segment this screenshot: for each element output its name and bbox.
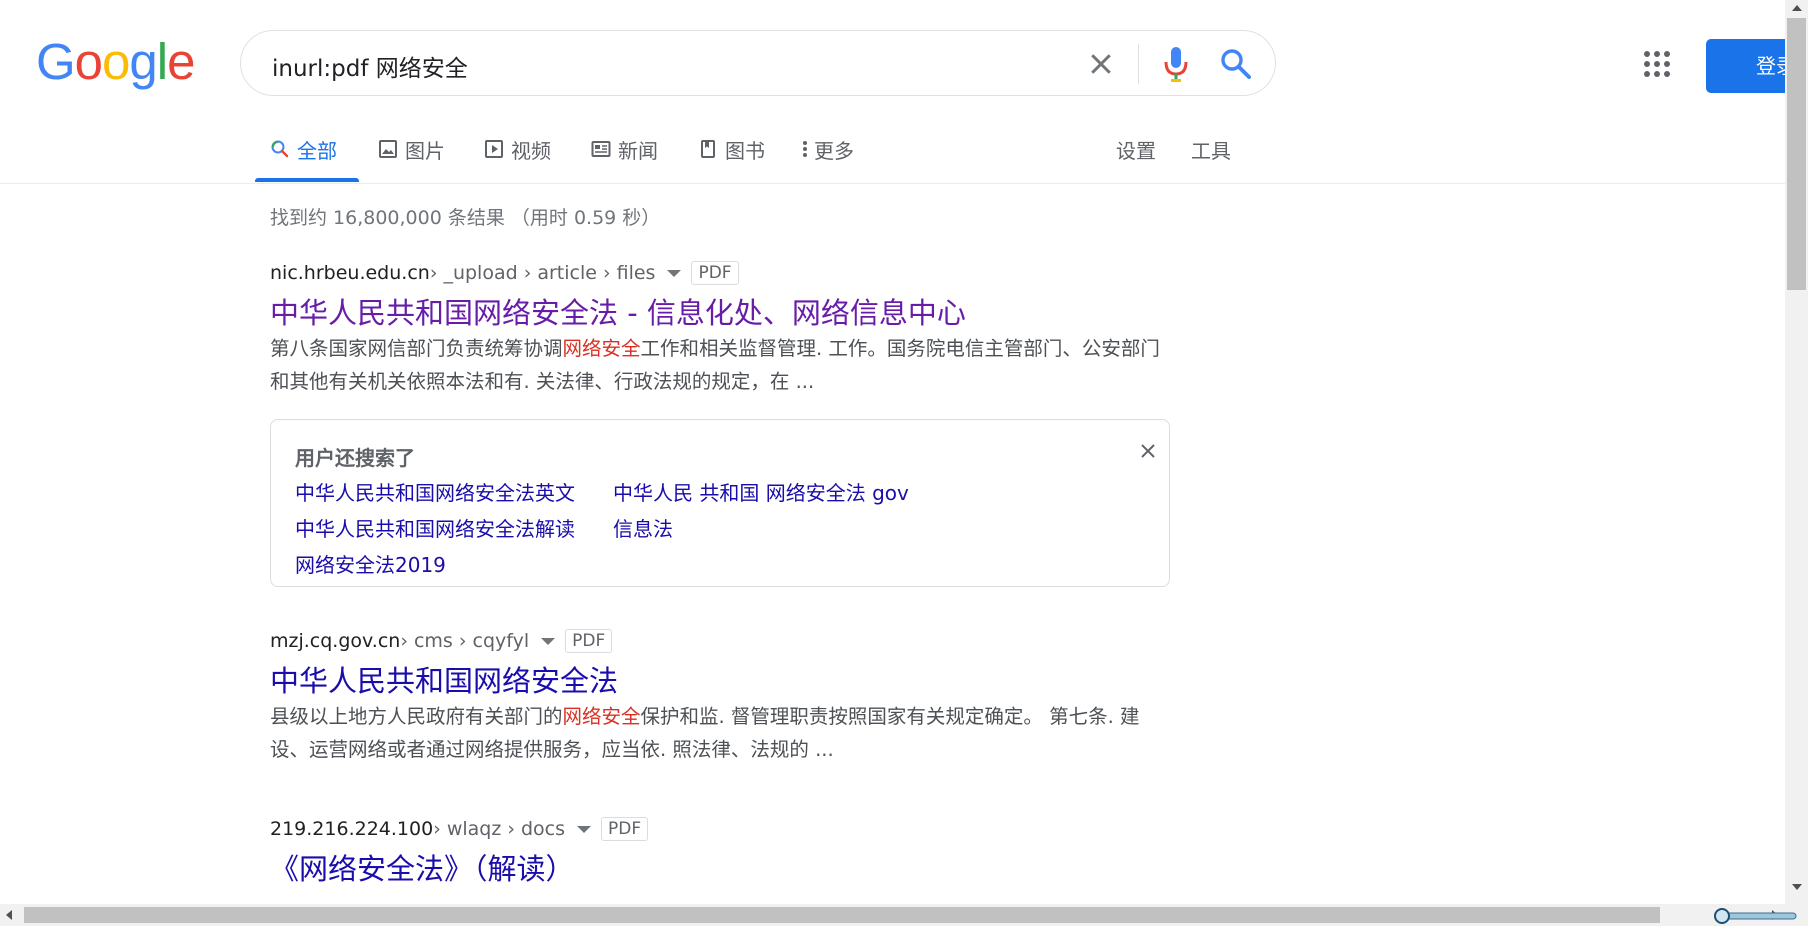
vertical-scrollbar[interactable] [1785, 0, 1808, 907]
news-icon [591, 141, 611, 157]
related-search-link[interactable]: 中华人民共和国网络安全法英文 [295, 477, 575, 506]
result-domain: nic.hrbeu.edu.cn [270, 262, 430, 284]
scroll-down-arrow-icon[interactable] [1792, 884, 1802, 890]
clear-icon[interactable] [1086, 49, 1116, 79]
result-path: › _upload › article › files [429, 262, 656, 284]
header-divider [0, 183, 1785, 184]
tab-all[interactable]: 全部 [270, 135, 337, 163]
tab-more[interactable]: 更多 [800, 135, 854, 163]
pdf-badge: PDF [565, 629, 613, 653]
tab-videos[interactable]: 视频 [484, 135, 551, 163]
result-url[interactable]: 219.216.224.100 › wlaqz › docs PDF [270, 816, 1170, 842]
caret-down-icon[interactable] [541, 637, 556, 645]
google-logo[interactable]: Google [36, 33, 196, 90]
apps-icon[interactable] [1644, 51, 1670, 77]
result-path: › wlaqz › docs [433, 818, 566, 840]
zoom-slider[interactable] [1712, 908, 1798, 924]
search-divider [1138, 44, 1139, 84]
result-title[interactable]: 《网络安全法》（解读） [270, 852, 1170, 886]
scroll-left-arrow-icon[interactable] [6, 910, 12, 920]
related-search-link[interactable]: 中华人民共和国网络安全法解读 [295, 513, 575, 542]
pdf-badge: PDF [691, 261, 739, 285]
people-also-search-heading: 用户还搜索了 [295, 446, 415, 470]
related-search-link[interactable]: 网络安全法2019 [295, 549, 446, 578]
snippet-highlight: 网络安全 [562, 337, 641, 360]
search-icon [271, 140, 289, 158]
people-also-search-box: 用户还搜索了 中华人民共和国网络安全法英文 中华人民 共和国 网络安全法 gov… [270, 419, 1170, 587]
mic-icon[interactable] [1162, 44, 1190, 84]
image-icon [379, 140, 397, 158]
logo-letter: l [156, 33, 168, 90]
tab-news[interactable]: 新闻 [591, 135, 658, 163]
search-input[interactable]: inurl:pdf 网络安全 [272, 49, 468, 83]
tab-tools[interactable]: 工具 [1191, 135, 1231, 163]
more-vert-icon [803, 141, 807, 157]
caret-down-icon[interactable] [667, 269, 682, 277]
search-icon[interactable] [1218, 46, 1254, 82]
logo-letter: g [129, 33, 157, 90]
active-tab-indicator [255, 178, 359, 182]
search-result: nic.hrbeu.edu.cn › _upload › article › f… [270, 260, 1170, 398]
horizontal-scroll-thumb[interactable] [24, 907, 1660, 923]
tab-label: 更多 [814, 138, 854, 163]
tab-label: 图片 [405, 138, 445, 163]
result-stats: 找到约 16,800,000 条结果 （用时 0.59 秒） [270, 207, 661, 229]
related-search-link[interactable]: 中华人民 共和国 网络安全法 gov [613, 477, 909, 506]
result-title[interactable]: 中华人民共和国网络安全法 [270, 664, 1170, 698]
search-result: mzj.cq.gov.cn › cms › cqyfyl PDF 中华人民共和国… [270, 628, 1170, 766]
scroll-up-arrow-icon[interactable] [1792, 5, 1802, 11]
caret-down-icon[interactable] [577, 825, 592, 833]
close-icon[interactable] [1139, 442, 1157, 460]
logo-letter: o [102, 33, 130, 90]
result-url[interactable]: nic.hrbeu.edu.cn › _upload › article › f… [270, 260, 1170, 286]
logo-letter: o [74, 33, 103, 90]
search-box[interactable]: inurl:pdf 网络安全 [240, 30, 1276, 96]
tab-label: 设置 [1116, 138, 1156, 163]
result-domain: 219.216.224.100 [270, 818, 434, 840]
tab-label: 新闻 [618, 138, 658, 163]
search-result: 219.216.224.100 › wlaqz › docs PDF 《网络安全… [270, 816, 1170, 886]
result-url[interactable]: mzj.cq.gov.cn › cms › cqyfyl PDF [270, 628, 1170, 654]
result-title[interactable]: 中华人民共和国网络安全法 - 信息化处、网络信息中心 [270, 296, 1170, 330]
tab-label: 图书 [725, 138, 765, 163]
tab-images[interactable]: 图片 [378, 135, 445, 163]
snippet-text: 县级以上地方人民政府有关部门的 [270, 705, 563, 728]
snippet-text: 第八条国家网信部门负责统筹协调 [270, 337, 563, 360]
logo-letter: e [167, 33, 195, 90]
tab-books[interactable]: 图书 [698, 135, 765, 163]
snippet-highlight: 网络安全 [562, 705, 641, 728]
book-icon [701, 140, 715, 158]
tab-label: 工具 [1191, 138, 1231, 163]
video-icon [485, 140, 503, 158]
horizontal-scrollbar[interactable] [0, 904, 1808, 926]
tab-label: 视频 [511, 138, 551, 163]
result-snippet: 第八条国家网信部门负责统筹协调网络安全工作和相关监督管理. 工作。国务院电信主管… [270, 332, 1170, 398]
result-domain: mzj.cq.gov.cn [270, 630, 401, 652]
pdf-badge: PDF [601, 817, 649, 841]
result-snippet: 县级以上地方人民政府有关部门的网络安全保护和监. 督管理职责按照国家有关规定确定… [270, 700, 1170, 766]
tab-settings[interactable]: 设置 [1116, 135, 1156, 163]
vertical-scroll-thumb[interactable] [1787, 18, 1806, 290]
related-search-link[interactable]: 信息法 [613, 513, 673, 542]
logo-letter: G [36, 33, 76, 90]
result-path: › cms › cqyfyl [400, 630, 530, 652]
tab-label: 全部 [297, 138, 337, 163]
